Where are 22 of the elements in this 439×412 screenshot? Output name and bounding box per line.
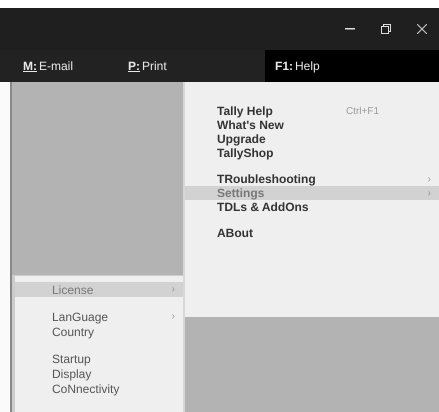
menu-item[interactable]: Display [15, 366, 183, 381]
close-icon[interactable] [417, 24, 427, 34]
chevron-icon: › [428, 188, 431, 198]
restore-icon[interactable] [381, 24, 391, 34]
menu-item[interactable]: TDLs & AddOns [185, 200, 439, 214]
menu-item[interactable]: TallyShop [185, 146, 439, 160]
menu-item[interactable]: Tally Help Ctrl+F1 [185, 104, 439, 118]
chevron-icon: › [428, 174, 431, 184]
minimize-icon[interactable] [345, 28, 355, 30]
menu-item[interactable]: Startup [15, 351, 183, 366]
menu-item[interactable]: TRoubleshooting › [185, 172, 439, 186]
menu-bar-item[interactable]: F1: Help [265, 50, 439, 82]
chevron-icon: › [172, 311, 175, 322]
menu-bar-item[interactable]: P: Print [128, 50, 167, 82]
menu-item[interactable]: What's New [185, 118, 439, 132]
menu-item[interactable]: LanGuage › [15, 309, 183, 324]
menu-item[interactable]: Upgrade [185, 132, 439, 146]
menu-item[interactable]: ABout [185, 226, 439, 240]
menu-item[interactable]: CoNnectivity [15, 381, 183, 396]
menu-bar-item[interactable]: M: E-mail [23, 50, 74, 82]
menu-item[interactable]: Country [15, 324, 183, 339]
chevron-icon: › [172, 284, 175, 295]
